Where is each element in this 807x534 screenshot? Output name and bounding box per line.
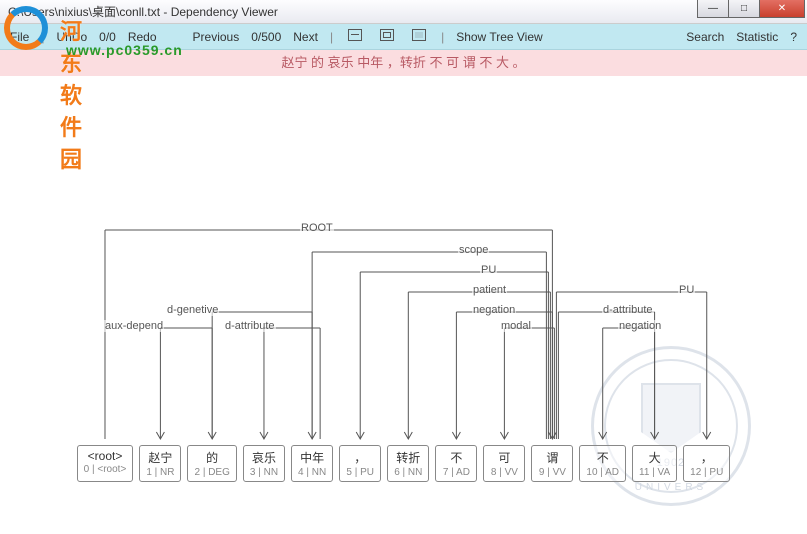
token-node[interactable]: 大11 | VA [632, 445, 677, 482]
layout-single-icon[interactable] [341, 27, 369, 46]
token-node[interactable]: 谓9 | VV [531, 445, 573, 482]
sentence-display: 赵宁 的 哀乐 中年 ，转折 不 可 谓 不 大 。 [0, 50, 807, 76]
maximize-button[interactable]: □ [728, 0, 760, 18]
arc-label-modal: modal [500, 320, 532, 332]
arc-label-dgen: d-genetive [166, 304, 219, 316]
arc-label-neg1: negation [472, 304, 516, 316]
tree-view-button[interactable]: Show Tree View [452, 28, 547, 46]
next-button[interactable]: Next [289, 28, 322, 46]
token-node[interactable]: 中年4 | NN [291, 445, 333, 482]
nav-count: 0/500 [247, 28, 285, 46]
token-node[interactable]: ，12 | PU [683, 445, 730, 482]
arc-label-root: ROOT [300, 222, 334, 234]
seal-name: UNIVERS [635, 482, 707, 493]
toolbar: File | UnDo 0/0 Redo Previous 0/500 Next… [0, 24, 807, 50]
arc-label-dattr2: d-attribute [602, 304, 654, 316]
undo-button[interactable]: UnDo [52, 28, 91, 46]
token-node[interactable]: 转折6 | NN [387, 445, 429, 482]
token-node[interactable]: ，5 | PU [339, 445, 381, 482]
token-row: <root>0 | <root> 赵宁1 | NR 的2 | DEG 哀乐3 |… [0, 445, 807, 482]
arc-label-aux: aux-depend [104, 320, 164, 332]
separator-icon: | [326, 30, 337, 44]
statistic-button[interactable]: Statistic [732, 28, 782, 46]
layout-box-icon[interactable] [373, 27, 401, 46]
arc-label-patient: patient [472, 284, 507, 296]
token-node[interactable]: 不7 | AD [435, 445, 477, 482]
token-node[interactable]: 哀乐3 | NN [243, 445, 285, 482]
search-button[interactable]: Search [682, 28, 728, 46]
arc-label-pu2: PU [678, 284, 695, 296]
arc-label-neg2: negation [618, 320, 662, 332]
window-title: C:\Users\nixius\桌面\conll.txt - Dependenc… [8, 3, 278, 20]
dependency-canvas[interactable]: 1902 UNIVERS ROOT scope PU patient negat… [0, 76, 807, 534]
separator-icon: | [437, 30, 448, 44]
token-node[interactable]: 的2 | DEG [187, 445, 236, 482]
shield-icon [641, 383, 701, 453]
token-node[interactable]: 不10 | AD [579, 445, 626, 482]
undo-count: 0/0 [95, 28, 120, 46]
file-menu[interactable]: File [6, 28, 33, 46]
arc-label-scope: scope [458, 244, 489, 256]
separator-icon: | [37, 30, 48, 44]
token-node[interactable]: 可8 | VV [483, 445, 525, 482]
layout-fill-icon[interactable] [405, 27, 433, 46]
close-button[interactable]: ✕ [759, 0, 805, 18]
token-node[interactable]: <root>0 | <root> [77, 445, 134, 482]
previous-button[interactable]: Previous [189, 28, 244, 46]
token-node[interactable]: 赵宁1 | NR [139, 445, 181, 482]
help-button[interactable]: ? [786, 28, 801, 46]
arc-label-dattr1: d-attribute [224, 320, 276, 332]
university-seal: 1902 UNIVERS [591, 346, 751, 506]
arc-label-pu1: PU [480, 264, 497, 276]
minimize-button[interactable]: — [697, 0, 729, 18]
redo-button[interactable]: Redo [124, 28, 161, 46]
titlebar: C:\Users\nixius\桌面\conll.txt - Dependenc… [0, 0, 807, 24]
